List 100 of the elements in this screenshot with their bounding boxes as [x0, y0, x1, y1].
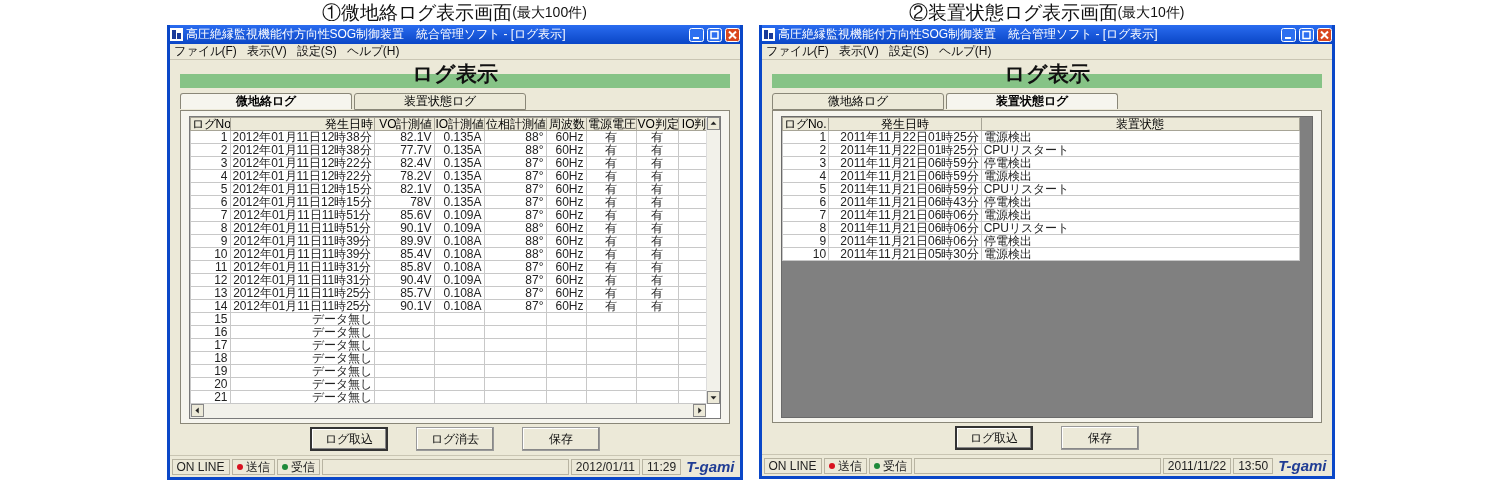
- connection-status: ON LINE: [171, 458, 230, 475]
- app-icon: [169, 28, 183, 41]
- table-cell: 有: [636, 182, 678, 196]
- table-cell: 2011年11月22日01時25分: [828, 130, 982, 144]
- table-cell: 9: [190, 234, 230, 248]
- scroll-left-icon[interactable]: [190, 404, 204, 417]
- table-cell: 有: [636, 260, 678, 274]
- column-header[interactable]: IO計測値: [434, 117, 484, 131]
- close-icon[interactable]: [1316, 27, 1332, 42]
- table-cell: 60Hz: [546, 182, 586, 196]
- action-button[interactable]: ログ取込: [309, 427, 388, 451]
- scroll-down-icon[interactable]: [706, 391, 720, 404]
- menu-item[interactable]: ヘルプ(H): [346, 45, 400, 58]
- tab[interactable]: 装置状態ログ: [945, 93, 1118, 109]
- table-cell: 0.135A: [434, 169, 484, 183]
- table-cell: 88°: [484, 247, 546, 261]
- table-cell: 85.8V: [374, 260, 434, 274]
- action-button[interactable]: ログ取込: [954, 426, 1033, 450]
- table-cell: 2012年01月11日11時51分: [230, 208, 374, 222]
- action-button[interactable]: ログ消去: [415, 427, 494, 451]
- tab[interactable]: 微地絡ログ: [771, 93, 944, 110]
- column-header[interactable]: IO判: [678, 117, 706, 131]
- table-cell: 17: [190, 338, 230, 352]
- table-cell: 87°: [484, 260, 546, 274]
- status-time: 11:29: [642, 458, 682, 475]
- column-header[interactable]: VO計測値: [374, 117, 434, 131]
- table-cell: 0.109A: [434, 208, 484, 222]
- table-cell: 87°: [484, 156, 546, 170]
- table-cell: 12: [190, 273, 230, 287]
- column-header[interactable]: ログNo.: [782, 117, 829, 131]
- menu-item[interactable]: 表示(V): [838, 45, 879, 58]
- table-cell: 2012年01月11日12時22分: [230, 156, 374, 170]
- menu-item[interactable]: 設定(S): [888, 45, 929, 58]
- table-cell: 有: [636, 195, 678, 209]
- table-cell: 85.7V: [374, 286, 434, 300]
- table-cell: 0.135A: [434, 143, 484, 157]
- table-cell: 78.2V: [374, 169, 434, 183]
- table-cell: 6: [782, 195, 829, 209]
- table-cell: 2: [190, 143, 230, 157]
- table-cell: 8: [782, 221, 829, 235]
- table-cell: 1: [782, 130, 829, 144]
- table-cell: 15: [190, 312, 230, 326]
- table-cell: 有: [586, 273, 636, 287]
- minimize-icon[interactable]: [688, 27, 704, 42]
- status-date: 2011/11/22: [1162, 457, 1232, 474]
- action-button[interactable]: 保存: [1060, 426, 1139, 450]
- scroll-right-icon[interactable]: [692, 404, 706, 417]
- table-cell: 11: [190, 260, 230, 274]
- close-icon[interactable]: [724, 27, 740, 42]
- menu-item[interactable]: ファイル(F): [765, 45, 829, 58]
- status-indicator: 送信: [231, 458, 275, 475]
- table-cell: 有: [586, 234, 636, 248]
- menu-item[interactable]: ファイル(F): [173, 45, 237, 58]
- maximize-icon[interactable]: [1298, 27, 1314, 42]
- table-cell: 20: [190, 377, 230, 391]
- menu-item[interactable]: 設定(S): [296, 45, 337, 58]
- table-cell: 0.109A: [434, 273, 484, 287]
- table-cell: 有: [636, 234, 678, 248]
- window-title: 高圧絶縁監視機能付方向性SOG制御装置 統合管理ソフト - [ログ表示]: [185, 26, 567, 43]
- table-cell: 電源検出: [981, 208, 1299, 222]
- scroll-up-icon[interactable]: [706, 117, 720, 130]
- screen-caption: ①微地絡ログ表示画面(最大100件): [322, 1, 587, 24]
- column-header[interactable]: 装置状態: [981, 117, 1299, 131]
- column-header[interactable]: 位相計測値: [484, 117, 546, 131]
- minimize-icon[interactable]: [1280, 27, 1296, 42]
- table-cell: 87°: [484, 273, 546, 287]
- table-cell: 60Hz: [546, 299, 586, 313]
- table-cell: 19: [190, 364, 230, 378]
- table-cell: 87°: [484, 195, 546, 209]
- table-cell: 2012年01月11日11時25分: [230, 299, 374, 313]
- table-cell: 有: [586, 208, 636, 222]
- table-cell: CPUリスタート: [981, 182, 1299, 196]
- table-cell: データ無し: [230, 390, 374, 404]
- table-cell: 0.135A: [434, 156, 484, 170]
- status-indicator: 送信: [823, 457, 867, 474]
- table-cell: データ無し: [230, 351, 374, 365]
- table-cell: 7: [190, 208, 230, 222]
- status-indicator: 受信: [868, 457, 912, 474]
- table-cell: 60Hz: [546, 286, 586, 300]
- tab[interactable]: 装置状態ログ: [353, 93, 526, 110]
- column-header[interactable]: 周波数: [546, 117, 586, 131]
- table-cell: 停電検出: [981, 156, 1299, 170]
- column-header[interactable]: 発生日時: [828, 117, 982, 131]
- table-cell: 0.108A: [434, 234, 484, 248]
- menu-item[interactable]: 表示(V): [246, 45, 287, 58]
- table-cell: 89.9V: [374, 234, 434, 248]
- action-button[interactable]: 保存: [521, 427, 600, 451]
- table-cell: 60Hz: [546, 130, 586, 144]
- table-cell: 4: [782, 169, 829, 183]
- column-header[interactable]: 発生日時: [230, 117, 374, 131]
- menu-item[interactable]: ヘルプ(H): [938, 45, 992, 58]
- horizontal-scrollbar[interactable]: [189, 404, 706, 418]
- maximize-icon[interactable]: [706, 27, 722, 42]
- table-cell: 3: [190, 156, 230, 170]
- tab[interactable]: 微地絡ログ: [179, 93, 352, 109]
- table-cell: 電源検出: [981, 247, 1299, 261]
- table-cell: 0.108A: [434, 286, 484, 300]
- table-cell: 60Hz: [546, 234, 586, 248]
- column-header[interactable]: 電源電圧: [586, 117, 636, 131]
- table-cell: 77.7V: [374, 143, 434, 157]
